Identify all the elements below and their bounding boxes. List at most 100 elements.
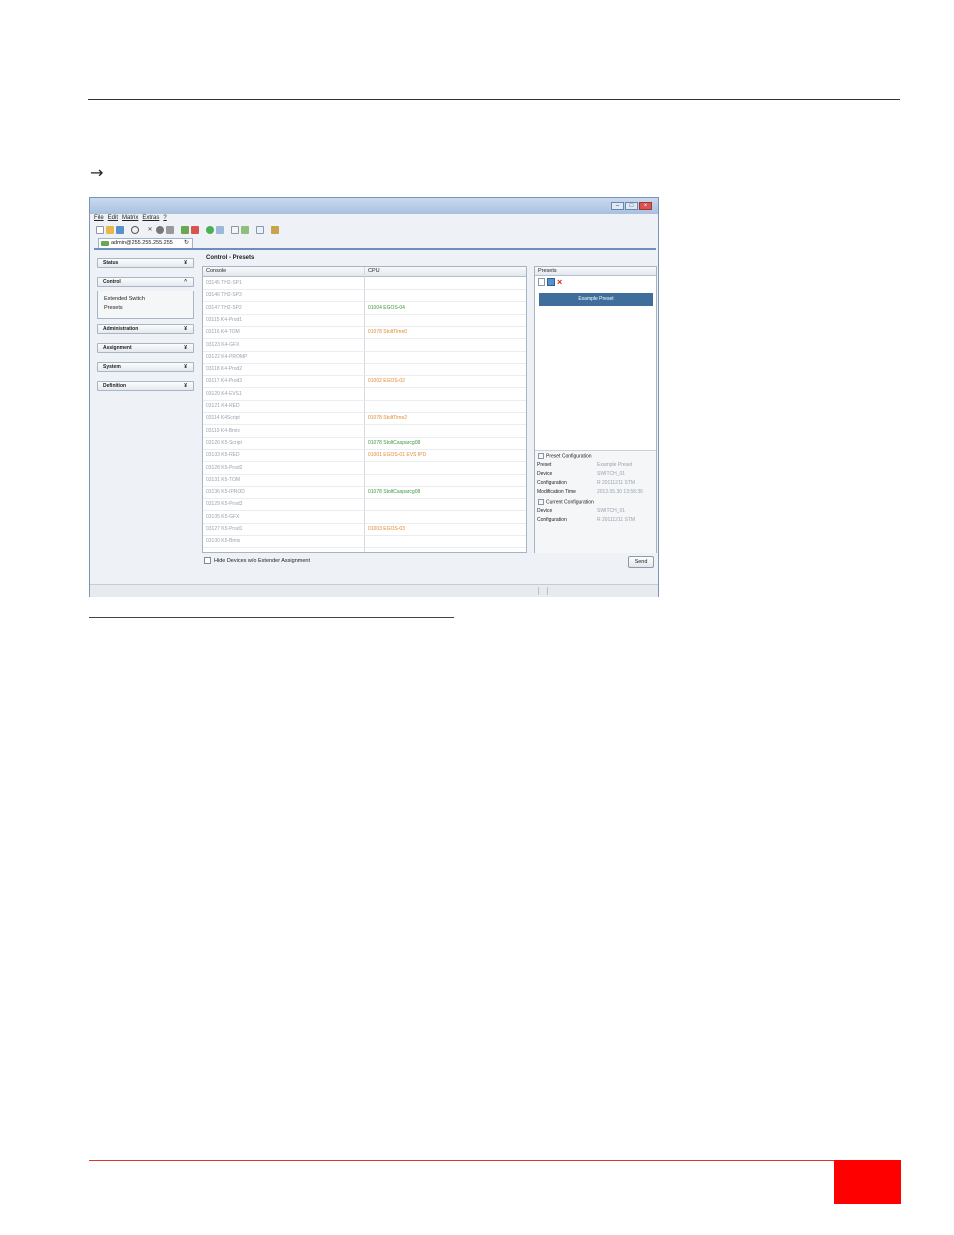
- download-icon[interactable]: [216, 226, 224, 234]
- menu-file[interactable]: File: [94, 215, 104, 224]
- sidebar-section-assignment[interactable]: Assignment ¥: [97, 343, 194, 353]
- delete-preset-icon[interactable]: ×: [557, 278, 562, 287]
- vertical-scrollbar[interactable]: ▲ ▼: [526, 277, 527, 553]
- sidebar-section-administration[interactable]: Administration ¥: [97, 324, 194, 334]
- console-cell: 03114 K4Script: [206, 415, 240, 422]
- new-file-icon[interactable]: [96, 226, 104, 234]
- sidebar-section-system[interactable]: System ¥: [97, 362, 194, 372]
- minimize-button[interactable]: –: [611, 202, 624, 210]
- config-value: R 20111211 STM: [597, 517, 636, 523]
- console-cell: 03128 K5-Prod2: [206, 464, 243, 471]
- connect-icon[interactable]: [181, 226, 189, 234]
- hide-devices-checkbox[interactable]: Hide Devices w/o Extender Assignment: [204, 557, 310, 564]
- menu-extras[interactable]: Extras: [142, 215, 159, 224]
- current-configuration-title: Current Configuration: [546, 499, 594, 506]
- close-button[interactable]: ×: [639, 202, 652, 210]
- page-title: Control - Presets: [206, 255, 255, 261]
- footer-divider: [89, 1160, 834, 1161]
- document-icon[interactable]: [231, 226, 239, 234]
- checkbox-icon[interactable]: [204, 557, 211, 564]
- preset-configuration-toggle[interactable]: Preset Configuration: [538, 453, 592, 459]
- sidebar-item-extended-switch[interactable]: Extended Switch: [104, 296, 145, 302]
- table-row[interactable]: 03120 K4-EVS1: [203, 388, 526, 401]
- table-row[interactable]: 03131 K5-TOM: [203, 474, 526, 487]
- save-icon[interactable]: [116, 226, 124, 234]
- status-divider: [538, 587, 539, 595]
- arrow-bullet-icon: →: [90, 163, 104, 182]
- reload-icon[interactable]: ↻: [184, 239, 189, 248]
- table-row[interactable]: 03133 K5-RED 01001 EGOS-01 EVS IPD: [203, 449, 526, 463]
- table-row[interactable]: 03123 K4-GFX: [203, 339, 526, 352]
- sidebar-item-presets[interactable]: Presets: [104, 305, 123, 311]
- refresh-icon[interactable]: [131, 226, 139, 234]
- sidebar-section-label: System: [103, 364, 121, 370]
- collapse-icon: [538, 499, 544, 505]
- console-cell: 03117 K4-Prod3: [206, 378, 243, 385]
- disconnect-icon[interactable]: [191, 226, 199, 234]
- chevron-down-icon: ¥: [184, 383, 187, 389]
- config-key: Preset: [537, 462, 552, 468]
- console-cell: 03135 K5-GFX: [206, 513, 240, 520]
- export-icon[interactable]: [241, 226, 249, 234]
- cpu-cell: 01002 EGOS-02: [368, 378, 405, 385]
- sidebar-section-status[interactable]: Status ¥: [97, 258, 194, 268]
- table-row[interactable]: 03127 K5-Prod1 01003 EGOS-03: [203, 523, 526, 536]
- sidebar-section-label: Administration: [103, 326, 139, 332]
- table-row[interactable]: 03114 K4Script 01078 StoltTime2: [203, 412, 526, 426]
- table-row[interactable]: 03146 TH2-SP3: [203, 289, 526, 303]
- toolbar: ✕: [96, 225, 279, 235]
- table-row[interactable]: 03115 K4-Prod1: [203, 314, 526, 327]
- plug-icon: [101, 241, 109, 246]
- console-cell: 03119 K4-Bmix: [206, 427, 240, 434]
- send-button[interactable]: Send: [628, 556, 654, 568]
- config-key: Modification Time: [537, 489, 576, 495]
- table-row[interactable]: 03121 K4-RED: [203, 400, 526, 413]
- maximize-button[interactable]: □: [625, 202, 638, 210]
- info-icon[interactable]: [271, 226, 279, 234]
- console-cell: 03145 TH2-SP1: [206, 280, 242, 286]
- title-bar[interactable]: – □ ×: [90, 198, 658, 214]
- connection-tab[interactable]: admin@255.255.255.255 ↻: [98, 238, 193, 248]
- preset-list-item[interactable]: Example Preset: [539, 293, 653, 306]
- sidebar-section-definition[interactable]: Definition ¥: [97, 381, 194, 391]
- menu-edit[interactable]: Edit: [108, 215, 118, 224]
- assignment-table: Console CPU 03145 TH2-SP1 03146 TH2-SP3 03…: [202, 266, 527, 553]
- config-value: Example Preset: [597, 462, 633, 468]
- table-row[interactable]: 03136 K5-IPROD 01078 StoltCasparcg08: [203, 486, 526, 500]
- cut-icon[interactable]: ✕: [146, 226, 154, 234]
- table-row[interactable]: 03126 K5-Script 01078 StoltCasparcg08: [203, 437, 526, 450]
- table-row[interactable]: 03129 K5-Prod3: [203, 498, 526, 512]
- table-row[interactable]: 03122 K4-PROMP: [203, 351, 526, 364]
- save-preset-icon[interactable]: [547, 278, 555, 286]
- table-row[interactable]: 03128 K5-Prod2: [203, 462, 526, 475]
- tab-underline: [94, 248, 656, 250]
- upload-icon[interactable]: [206, 226, 214, 234]
- menu-matrix[interactable]: Matrix: [122, 215, 138, 224]
- cpu-cell: 01001 EGOS-01 EVS IPD: [368, 452, 427, 459]
- menu-help[interactable]: ?: [163, 215, 166, 224]
- current-configuration-toggle[interactable]: Current Configuration: [538, 499, 594, 505]
- new-preset-icon[interactable]: [538, 278, 545, 286]
- table-row[interactable]: 03135 K5-GFX: [203, 511, 526, 524]
- sidebar-section-control[interactable]: Control ^: [97, 277, 194, 287]
- table-row[interactable]: 03130 K5-Bmix: [203, 535, 526, 549]
- table-row[interactable]: 03147 TH2-SP2 01004 EGOS-04: [203, 302, 526, 315]
- chevron-down-icon: ¥: [184, 260, 187, 266]
- table-row[interactable]: 03119 K4-Bmix: [203, 425, 526, 438]
- paste-icon[interactable]: [166, 226, 174, 234]
- copy-icon[interactable]: [156, 226, 164, 234]
- column-header-cpu[interactable]: CPU: [368, 268, 380, 274]
- cpu-cell: 01003 EGOS-03: [368, 526, 405, 532]
- console-cell: 03126 K5-Script: [206, 439, 242, 446]
- table-row[interactable]: 03118 K4-Prod2: [203, 363, 526, 377]
- configuration-details: Preset Configuration Preset Example Pres…: [535, 450, 656, 553]
- console-cell: 03130 K5-Bmix: [206, 538, 241, 545]
- table-row[interactable]: 03116 K4-TOM 01078 StoltTime0: [203, 326, 526, 340]
- print-icon[interactable]: [256, 226, 264, 234]
- column-header-console[interactable]: Console: [206, 268, 226, 274]
- table-row[interactable]: 03117 K4-Prod3 01002 EGOS-02: [203, 375, 526, 389]
- table-row[interactable]: 03145 TH2-SP1: [203, 277, 526, 290]
- caption-underline: [89, 617, 454, 618]
- cpu-cell: 01004 EGOS-04: [368, 304, 405, 311]
- open-folder-icon[interactable]: [106, 226, 114, 234]
